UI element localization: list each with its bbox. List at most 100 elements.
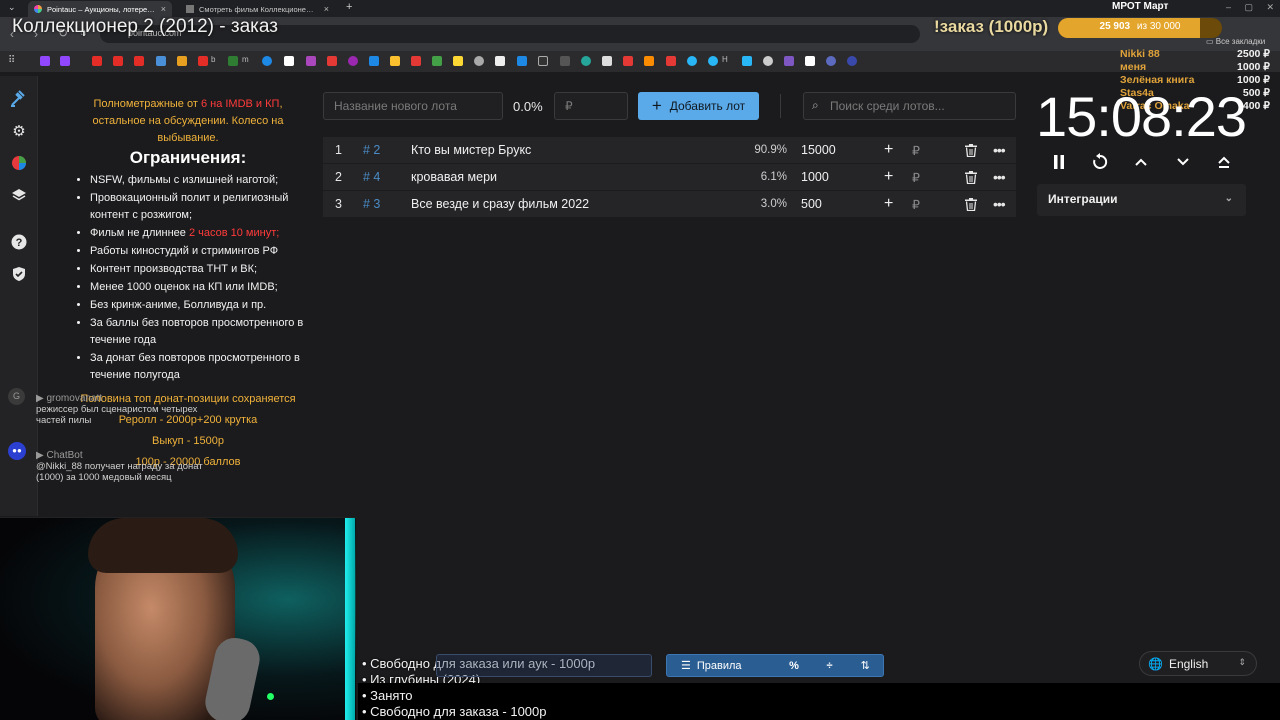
integrations-dropdown[interactable]: Интеграции ⌄ (1037, 184, 1246, 216)
tab-movie[interactable]: Смотреть фильм Коллекционе… × (180, 1, 335, 17)
delete-lot-icon[interactable] (965, 197, 977, 211)
close-tab-icon[interactable]: × (320, 4, 329, 14)
bookmark-mail-icon[interactable] (177, 56, 187, 66)
bookmark-icon[interactable] (156, 56, 166, 66)
percent-toggle-icon[interactable]: % (776, 660, 812, 672)
bookmark-icon[interactable] (411, 56, 421, 66)
bookmark-icon[interactable] (742, 56, 752, 66)
folder-icon: ▭ (1206, 37, 1216, 46)
apps-grid-icon[interactable]: ⠿ (8, 55, 15, 66)
bookmark-icon[interactable] (327, 56, 337, 66)
reset-timer-icon[interactable] (1090, 152, 1110, 172)
new-lot-amount-input[interactable]: ₽ (554, 92, 628, 120)
bookmark-icon[interactable] (495, 56, 505, 66)
stream-title: Коллекционер 2 (2012) - заказ (12, 16, 278, 37)
settings-gear-icon[interactable]: ⚙ (9, 121, 29, 141)
add-amount-icon[interactable]: + (884, 141, 893, 159)
bookmark-icon[interactable] (784, 56, 794, 66)
maximize-icon[interactable]: ▢ (1244, 2, 1253, 13)
bookmark-icon[interactable] (306, 56, 316, 66)
bookmark-icon[interactable] (262, 56, 272, 66)
rules-item: Контент производства ТНТ и ВК; (90, 261, 304, 278)
more-options-icon[interactable]: ••• (993, 142, 1006, 158)
auction-hammer-icon[interactable] (9, 88, 29, 108)
lot-amount[interactable]: 1000 (801, 170, 829, 184)
bookmark-icon[interactable] (560, 56, 570, 66)
bookmark-icon[interactable] (847, 56, 857, 66)
bookmark-icon[interactable] (763, 56, 773, 66)
bookmark-icon[interactable] (805, 56, 815, 66)
tab-menu-icon[interactable]: ⌄ (8, 2, 16, 13)
chatbot-avatar: ●● (8, 442, 26, 460)
bookmark-icon[interactable] (474, 56, 484, 66)
bookmark-icon[interactable] (198, 56, 208, 66)
lot-amount[interactable]: 15000 (801, 143, 836, 157)
bookmarks-folder[interactable]: ▭ Все закладки (1206, 37, 1265, 46)
lot-index: 1 (335, 143, 342, 157)
language-label: English (1168, 656, 1209, 671)
add-amount-icon[interactable]: + (884, 168, 893, 186)
tab-pointauc[interactable]: Pointauc – Аукционы, лотере… × (28, 1, 172, 17)
close-window-icon[interactable]: ✕ (1266, 2, 1274, 13)
lot-name[interactable]: Все везде и сразу фильм 2022 (411, 197, 589, 211)
lot-name[interactable]: Кто вы мистер Брукс (411, 143, 531, 157)
bookmark-icon[interactable] (644, 56, 654, 66)
bookmark-label: m (242, 55, 249, 64)
lot-id-link[interactable]: # 4 (363, 170, 380, 184)
rules-button[interactable]: ☰ Правила (667, 659, 776, 673)
divide-icon[interactable]: ÷ (812, 660, 848, 672)
tab-favicon-icon (186, 5, 194, 13)
more-options-icon[interactable]: ••• (993, 196, 1006, 212)
bookmark-youtube-icon[interactable] (134, 56, 144, 66)
streamer-hair (88, 518, 238, 573)
lot-id-link[interactable]: # 2 (363, 143, 380, 157)
lot-id-link[interactable]: # 3 (363, 197, 380, 211)
lot-amount[interactable]: 500 (801, 197, 822, 211)
shield-check-icon[interactable] (9, 264, 29, 284)
time-decrease-icon[interactable] (1173, 152, 1193, 172)
minimize-icon[interactable]: – (1226, 2, 1231, 13)
language-select[interactable]: 🌐 English ⇕ (1139, 651, 1257, 676)
help-icon[interactable]: ? (9, 232, 29, 252)
bookmark-telegram-icon[interactable] (687, 56, 697, 66)
rules-item: Фильм не длиннее 2 часов 10 минут; (90, 225, 304, 242)
layers-icon[interactable] (9, 185, 29, 205)
sort-icon[interactable]: ⇅ (847, 659, 883, 672)
bookmark-icon[interactable] (517, 56, 527, 66)
svg-text:?: ? (16, 237, 23, 249)
bookmark-icon[interactable] (623, 56, 633, 66)
bookmark-youtube-icon[interactable] (113, 56, 123, 66)
more-options-icon[interactable]: ••• (993, 169, 1006, 185)
lot-name[interactable]: кровавая мери (411, 170, 497, 184)
bookmark-icon[interactable] (538, 56, 548, 66)
time-increase-icon[interactable] (1131, 152, 1151, 172)
new-lot-name-input[interactable]: Название нового лота (323, 92, 503, 120)
pause-icon[interactable] (1049, 152, 1069, 172)
wheel-chart-icon[interactable] (9, 153, 29, 173)
bookmark-icon[interactable] (369, 56, 379, 66)
bookmark-icon[interactable] (390, 56, 400, 66)
bookmark-icon[interactable] (228, 56, 238, 66)
time-double-up-icon[interactable] (1214, 152, 1234, 172)
donor-amount: 2500 ₽ (1237, 48, 1270, 60)
bookmark-icon[interactable] (284, 56, 294, 66)
bookmark-icon[interactable] (453, 56, 463, 66)
new-tab-icon[interactable]: + (346, 1, 352, 13)
bookmark-twitch-icon[interactable] (40, 56, 50, 66)
bookmark-icon[interactable] (581, 56, 591, 66)
add-amount-icon[interactable]: + (884, 195, 893, 213)
bookmark-telegram-icon[interactable] (708, 56, 718, 66)
delete-lot-icon[interactable] (965, 170, 977, 184)
bookmark-youtube-icon[interactable] (92, 56, 102, 66)
bookmark-twitch-icon[interactable] (60, 56, 70, 66)
bookmark-icon[interactable] (826, 56, 836, 66)
bookmark-icon[interactable] (348, 56, 358, 66)
bookmark-icon[interactable] (666, 56, 676, 66)
close-tab-icon[interactable]: × (157, 4, 166, 14)
delete-lot-icon[interactable] (965, 143, 977, 157)
add-lot-button[interactable]: + Добавить лот (638, 92, 759, 120)
lot-search-input[interactable]: ⌕ Поиск среди лотов... (803, 92, 1016, 120)
chat-message: ▶ ChatBot @Nikki_88 получает награду за … (36, 450, 236, 483)
bookmark-icon[interactable] (602, 56, 612, 66)
bookmark-icon[interactable] (432, 56, 442, 66)
